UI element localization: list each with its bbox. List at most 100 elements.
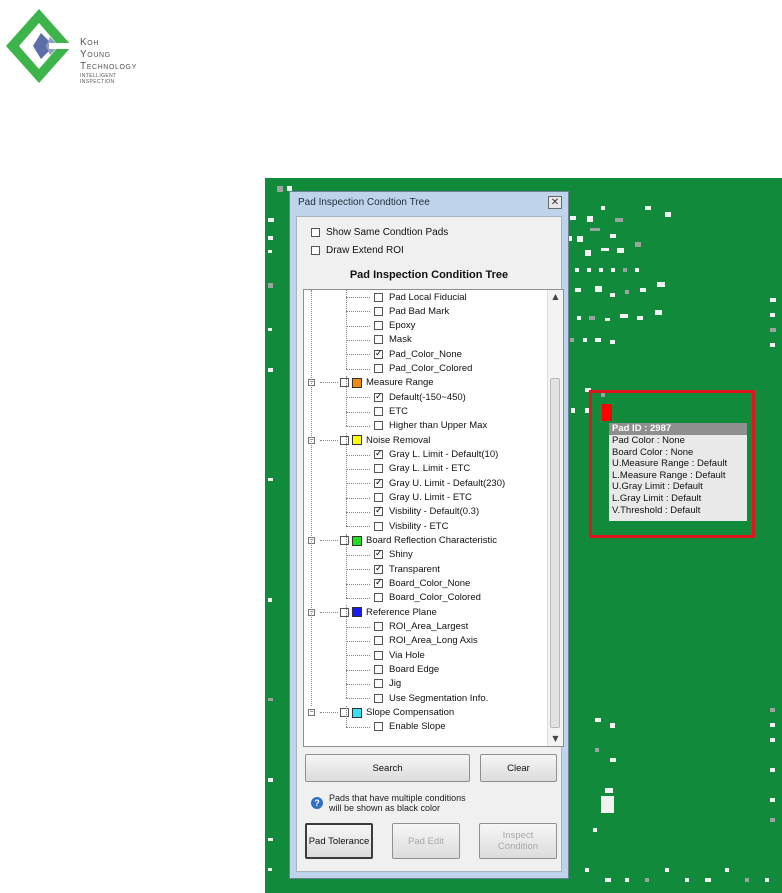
inspect-condition-button[interactable]: Inspect Condition (479, 823, 557, 859)
tree-item-checkbox[interactable] (374, 548, 383, 560)
tree-item-checkbox[interactable] (374, 407, 383, 417)
tree-node-item[interactable]: Gray U. Limit - Default(230) (374, 476, 505, 490)
pcb-pad[interactable] (595, 718, 601, 722)
pcb-pad[interactable] (615, 218, 623, 222)
pcb-pad[interactable] (635, 242, 641, 247)
pad-tolerance-button[interactable]: Pad Tolerance (305, 823, 373, 859)
pcb-pad[interactable] (268, 328, 272, 331)
tree-node-item[interactable]: Default(-150~450) (374, 390, 466, 404)
pcb-pad[interactable] (617, 248, 624, 253)
tree-item-checkbox[interactable] (374, 593, 383, 603)
pcb-pad[interactable] (268, 698, 273, 701)
pcb-pad[interactable] (575, 288, 581, 292)
tree-node-group[interactable]: − Board Reflection Characteristic (308, 534, 497, 548)
tree-node-item[interactable]: Pad_Color_Colored (374, 362, 472, 376)
tree-node-group[interactable]: − Noise Removal (308, 433, 430, 447)
tree-node-item[interactable]: Pad Bad Mark (374, 304, 449, 318)
pcb-pad[interactable] (268, 598, 272, 602)
pcb-pad[interactable] (268, 868, 272, 871)
tree-item-checkbox[interactable] (374, 321, 383, 331)
tree-item-checkbox[interactable] (374, 421, 383, 431)
scroll-thumb[interactable] (550, 378, 560, 728)
tree-node-item[interactable]: Jig (374, 677, 401, 691)
tree-node-item[interactable]: Mask (374, 333, 412, 347)
pcb-pad[interactable] (770, 798, 775, 802)
tree-item-checkbox[interactable] (374, 636, 383, 646)
pcb-pad[interactable] (585, 250, 591, 256)
tree-node-item[interactable]: Use Segmentation Info. (374, 691, 488, 705)
pcb-pad[interactable] (770, 313, 775, 317)
tree-item-checkbox[interactable] (374, 693, 383, 703)
pcb-pad[interactable] (611, 268, 615, 272)
draw-extend-roi-option[interactable]: Draw Extend ROI (311, 245, 404, 256)
tree-node-checkbox[interactable] (340, 607, 349, 617)
pcb-pad[interactable] (605, 318, 610, 321)
search-button[interactable]: Search (305, 754, 470, 782)
tree-item-checkbox[interactable] (374, 364, 383, 374)
scroll-down-icon[interactable]: ▼ (548, 732, 563, 746)
tree-item-checkbox[interactable] (374, 306, 383, 316)
tree-item-checkbox[interactable] (374, 464, 383, 474)
pcb-pad[interactable] (571, 408, 575, 413)
pcb-pad[interactable] (599, 268, 603, 272)
collapse-icon[interactable]: − (308, 709, 315, 717)
tree-node-item[interactable]: Visbility - Default(0.3) (374, 505, 479, 519)
tree-item-checkbox[interactable] (374, 722, 383, 732)
pcb-pad[interactable] (657, 282, 665, 287)
selected-pad[interactable] (602, 404, 612, 421)
tree-node-item[interactable]: Shiny (374, 548, 413, 562)
tree-node-item[interactable]: Board Edge (374, 663, 439, 677)
pcb-pad[interactable] (605, 788, 613, 793)
pcb-pad[interactable] (575, 268, 579, 272)
tree-item-checkbox[interactable] (374, 477, 383, 488)
show-same-condition-pads-option[interactable]: Show Same Condtion Pads (311, 227, 448, 238)
scroll-up-icon[interactable]: ▲ (548, 290, 563, 304)
draw-extend-roi-checkbox[interactable] (311, 246, 320, 255)
tree-item-checkbox[interactable] (374, 493, 383, 503)
tree-node-item[interactable]: Gray U. Limit - ETC (374, 491, 472, 505)
tree-item-checkbox[interactable] (374, 505, 383, 517)
tree-item-checkbox[interactable] (374, 665, 383, 675)
pcb-pad[interactable] (625, 290, 629, 294)
tree-item-checkbox[interactable] (374, 391, 383, 402)
pcb-pad[interactable] (605, 878, 611, 882)
close-button[interactable]: ✕ (548, 196, 562, 209)
pcb-pad[interactable] (770, 708, 775, 712)
tree-node-item[interactable]: ETC (374, 405, 408, 419)
pcb-pad[interactable] (725, 868, 729, 872)
tree-node-checkbox[interactable] (340, 708, 349, 718)
pcb-pad[interactable] (590, 228, 600, 231)
pad-edit-button[interactable]: Pad Edit (392, 823, 460, 859)
tree-node-item[interactable]: Gray L. Limit - ETC (374, 462, 470, 476)
pcb-pad[interactable] (610, 293, 615, 297)
tree-item-checkbox[interactable] (374, 448, 383, 460)
tree-node-group[interactable]: − Slope Compensation (308, 706, 454, 720)
pcb-pad[interactable] (268, 778, 273, 782)
tree-node-checkbox[interactable] (340, 536, 349, 546)
clear-button[interactable]: Clear (480, 754, 557, 782)
pcb-pad[interactable] (577, 316, 581, 320)
pcb-pad[interactable] (601, 248, 609, 251)
pcb-pad[interactable] (610, 340, 615, 344)
tree-node-item[interactable]: Transparent (374, 562, 440, 576)
tree-item-checkbox[interactable] (374, 292, 383, 302)
tree-node-item[interactable]: Board_Color_None (374, 577, 470, 591)
tree-node-item[interactable]: ROI_Area_Long Axis (374, 634, 478, 648)
pcb-pad[interactable] (595, 338, 601, 342)
tree-item-checkbox[interactable] (374, 650, 383, 660)
pcb-pad[interactable] (268, 368, 273, 372)
pcb-pad[interactable] (640, 288, 646, 292)
tree-node-item[interactable]: Gray L. Limit - Default(10) (374, 448, 498, 462)
tree-node-group[interactable]: − Reference Plane (308, 605, 437, 619)
pcb-pad[interactable] (583, 338, 587, 342)
pcb-pad[interactable] (587, 216, 593, 222)
condition-tree[interactable]: Pad Local Fiducial Pad Bad Mark Epoxy Mask P… (303, 289, 564, 747)
pcb-pad[interactable] (577, 236, 583, 242)
dialog-titlebar[interactable]: Pad Inspection Condtion Tree ✕ (290, 192, 568, 214)
pcb-pad[interactable] (268, 838, 273, 841)
tree-node-item[interactable]: Pad Local Fiducial (374, 290, 467, 304)
tree-item-checkbox[interactable] (374, 577, 383, 589)
pcb-pad[interactable] (601, 796, 614, 813)
tree-node-item[interactable]: Via Hole (374, 648, 425, 662)
pcb-pad[interactable] (665, 212, 671, 217)
